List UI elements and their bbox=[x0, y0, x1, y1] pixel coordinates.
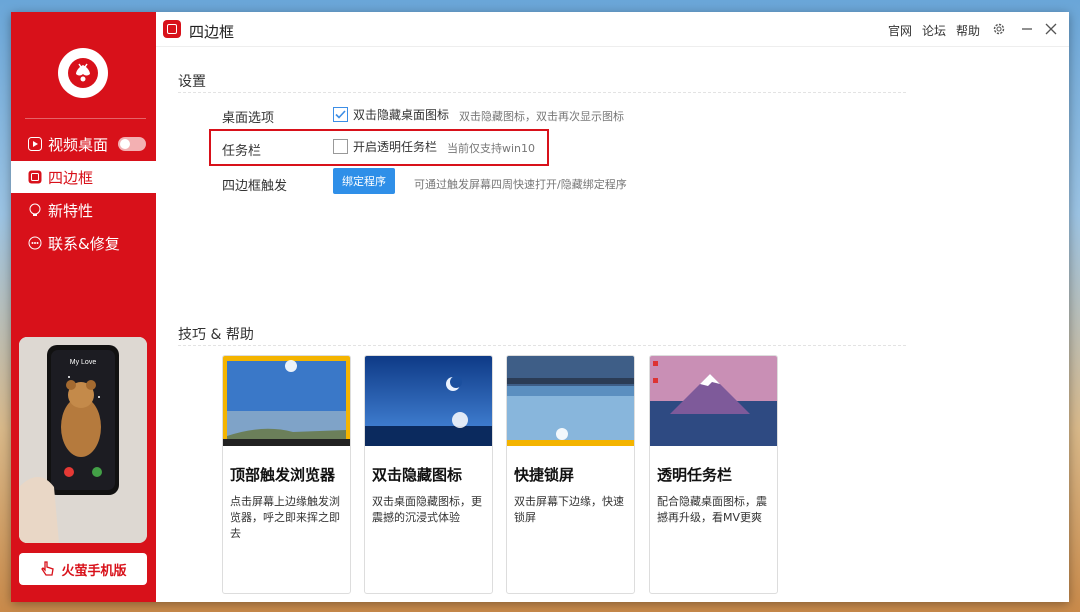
tip-card-quick-lock[interactable]: 快捷锁屏 双击屏幕下边缘，快速锁屏 bbox=[506, 355, 635, 594]
settings-gear-icon[interactable] bbox=[990, 20, 1008, 38]
sidebar-item-label: 视频桌面 bbox=[48, 135, 109, 154]
tip-thumbnail bbox=[650, 356, 777, 446]
tip-card-desc: 双击桌面隐藏图标，更震撼的沉浸式体验 bbox=[372, 495, 482, 524]
bulb-icon bbox=[28, 203, 42, 217]
lockscreen-text: My Love bbox=[70, 359, 97, 366]
section-divider bbox=[178, 92, 906, 93]
tip-card-transparent-taskbar[interactable]: 透明任务栏 配合隐藏桌面图标，震撼再升级，看MV更爽 bbox=[649, 355, 778, 594]
taskbar-hint: 当前仅支持win10 bbox=[447, 142, 536, 155]
firefly-logo bbox=[58, 48, 108, 98]
title-bar[interactable]: 四边框 官网 论坛 帮助 bbox=[156, 12, 1069, 47]
tip-card-desc: 双击屏幕下边缘，快速锁屏 bbox=[514, 495, 624, 524]
sidebar-divider bbox=[25, 118, 146, 119]
app-icon bbox=[163, 20, 181, 38]
sidebar-item-label: 四边框 bbox=[48, 168, 94, 187]
sidebar-item-label: 新特性 bbox=[48, 201, 94, 220]
tips-section-title: 技巧 & 帮助 bbox=[178, 327, 254, 343]
section-divider bbox=[178, 345, 906, 346]
help-link[interactable]: 帮助 bbox=[956, 22, 980, 39]
play-icon bbox=[28, 137, 42, 151]
hide-desktop-icons-label[interactable]: 双击隐藏桌面图标 bbox=[353, 106, 449, 123]
chat-icon bbox=[28, 236, 42, 250]
trigger-hint: 可通过触发屏幕四周快速打开/隐藏绑定程序 bbox=[414, 178, 627, 191]
bind-program-button[interactable]: 绑定程序 bbox=[333, 168, 395, 194]
official-site-link[interactable]: 官网 bbox=[888, 22, 912, 39]
desktop-options-label: 桌面选项 bbox=[222, 111, 275, 126]
tip-card-title: 快捷锁屏 bbox=[514, 466, 575, 484]
transparent-taskbar-checkbox[interactable] bbox=[333, 139, 348, 154]
tip-thumbnail bbox=[223, 356, 350, 446]
tip-card-top-trigger-browser[interactable]: 顶部触发浏览器 点击屏幕上边缘触发浏览器，呼之即来挥之即去 bbox=[222, 355, 351, 594]
sidebar-item-video-desktop[interactable]: 视频桌面 bbox=[11, 128, 156, 160]
video-desktop-toggle[interactable] bbox=[118, 137, 146, 151]
forum-link[interactable]: 论坛 bbox=[922, 22, 946, 39]
sidebar-item-four-border[interactable]: 四边框 bbox=[11, 161, 156, 193]
tip-card-desc: 点击屏幕上边缘触发浏览器，呼之即来挥之即去 bbox=[230, 495, 340, 540]
desktop-hint: 双击隐藏图标，双击再次显示图标 bbox=[459, 110, 624, 123]
sidebar-item-label: 联系&修复 bbox=[48, 234, 120, 253]
sidebar-item-contact-repair[interactable]: 联系&修复 bbox=[11, 227, 156, 259]
frame-icon bbox=[28, 170, 42, 184]
app-window: 视频桌面 四边框 新特性 联系&修复 My Love 火萤手机版 四边框 官网 … bbox=[11, 12, 1069, 602]
sidebar-item-new-features[interactable]: 新特性 bbox=[11, 194, 156, 226]
close-icon[interactable] bbox=[1042, 20, 1060, 38]
minimize-icon[interactable] bbox=[1018, 20, 1036, 38]
tip-card-title: 透明任务栏 bbox=[657, 466, 733, 484]
mobile-version-label: 火萤手机版 bbox=[61, 563, 127, 579]
tip-thumbnail bbox=[365, 356, 492, 446]
tip-card-title: 顶部触发浏览器 bbox=[230, 466, 336, 484]
border-trigger-label: 四边框触发 bbox=[222, 179, 288, 194]
hand-pointer-icon bbox=[39, 561, 55, 577]
tip-thumbnail bbox=[507, 356, 634, 446]
tip-card-title: 双击隐藏图标 bbox=[372, 466, 463, 484]
window-title: 四边框 bbox=[189, 23, 235, 41]
transparent-taskbar-label[interactable]: 开启透明任务栏 bbox=[353, 138, 437, 155]
mobile-version-button[interactable]: 火萤手机版 bbox=[19, 553, 147, 585]
taskbar-label: 任务栏 bbox=[222, 144, 262, 159]
tip-card-desc: 配合隐藏桌面图标，震撼再升级，看MV更爽 bbox=[657, 495, 767, 524]
settings-section-title: 设置 bbox=[178, 74, 206, 90]
hide-desktop-icons-checkbox[interactable] bbox=[333, 107, 348, 122]
mobile-promo-image[interactable]: My Love bbox=[19, 337, 147, 543]
tip-card-double-click-hide[interactable]: 双击隐藏图标 双击桌面隐藏图标，更震撼的沉浸式体验 bbox=[364, 355, 493, 594]
sidebar: 视频桌面 四边框 新特性 联系&修复 My Love 火萤手机版 bbox=[11, 12, 156, 602]
